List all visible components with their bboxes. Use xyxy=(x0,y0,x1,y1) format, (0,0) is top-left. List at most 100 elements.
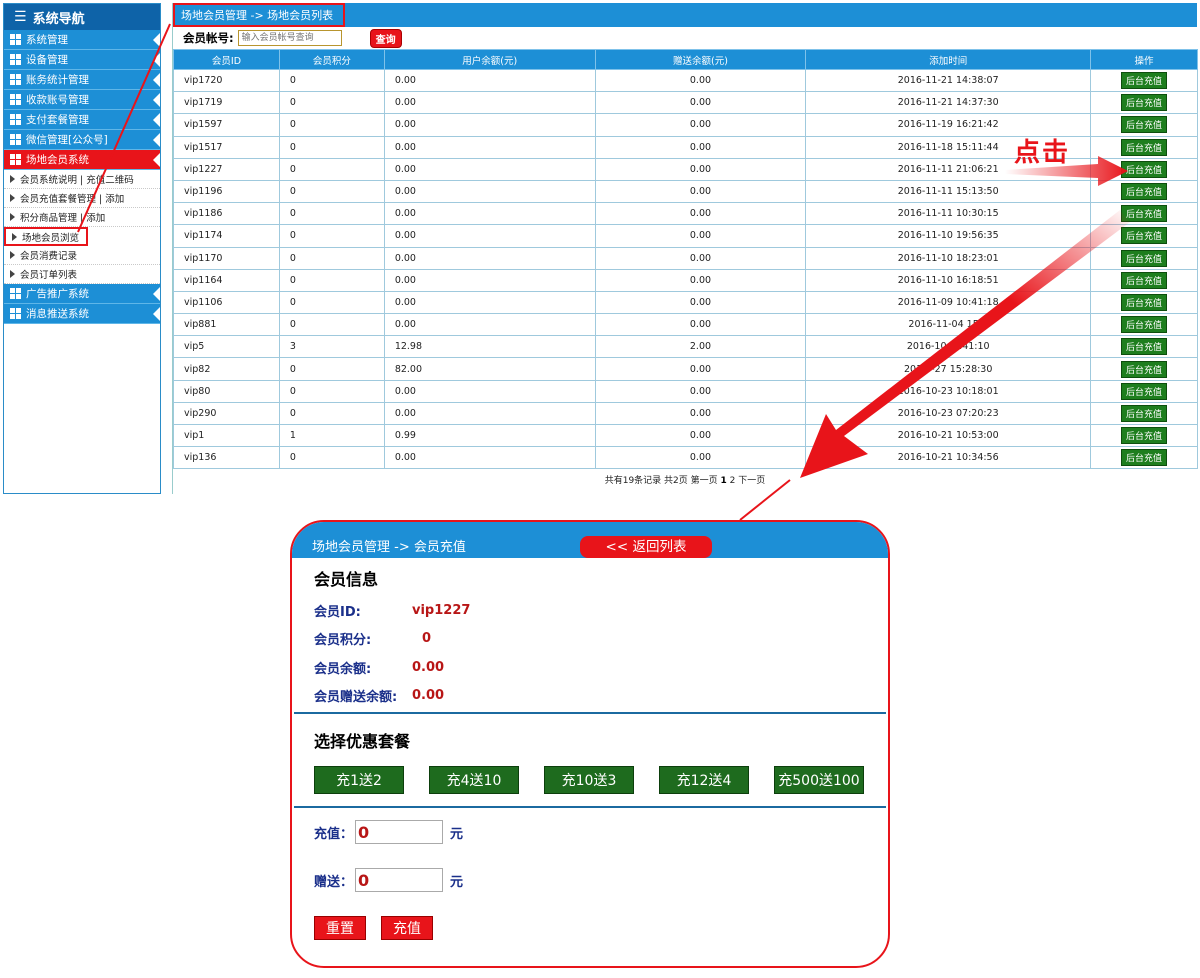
balance-cell: 0.99 xyxy=(383,423,596,448)
balance-cell: 0.00 xyxy=(383,113,596,137)
member-id-cell: vip1174 xyxy=(173,224,280,248)
sidebar-subitem-order-list[interactable]: 会员订单列表 xyxy=(4,265,160,284)
backend-recharge-button[interactable]: 后台充值 xyxy=(1121,316,1168,334)
member-id-row: 会员ID: vip1227 xyxy=(292,596,888,625)
collapse-arrow-icon xyxy=(153,33,160,47)
gift-balance-cell: 0.00 xyxy=(594,202,807,226)
backend-recharge-button[interactable]: 后台充值 xyxy=(1121,271,1168,289)
sidebar-subitem-consumption-records[interactable]: 会员消费记录 xyxy=(4,246,160,265)
table-row: vip80 0 0.00 0.00 2016-10-23 10:18:01 后台充值 xyxy=(173,379,1198,403)
table-row: vip136 0 0.00 0.00 2016-10-21 10:34:56 后台充值 xyxy=(173,446,1198,470)
field-label: 会员赠送余额: xyxy=(314,690,398,706)
column-header: 会员积分 xyxy=(278,49,385,70)
search-input[interactable] xyxy=(237,30,342,46)
sidebar-item-payment-packages[interactable]: 支付套餐管理 xyxy=(4,110,160,130)
package-button[interactable]: 充12送4 xyxy=(659,766,749,794)
table-row: vip1174 0 0.00 0.00 2016-11-10 19:56:35 后台充值 xyxy=(173,224,1198,248)
backend-recharge-button[interactable]: 后台充值 xyxy=(1121,72,1168,90)
gift-amount-input[interactable]: 0 xyxy=(355,868,444,892)
reset-button[interactable]: 重置 xyxy=(314,916,366,940)
sidebar-item-wechat[interactable]: 微信管理[公众号] xyxy=(4,130,160,150)
recharge-amount-row: 充值： 0 元 xyxy=(292,820,888,844)
caret-right-icon xyxy=(10,175,15,183)
sidebar-item-push[interactable]: 消息推送系统 xyxy=(4,304,160,324)
backend-recharge-button[interactable]: 后台充值 xyxy=(1121,160,1168,178)
recharge-submit-button[interactable]: 充值 xyxy=(381,916,433,940)
page-link-2[interactable]: 2 xyxy=(730,476,736,486)
balance-cell: 0.00 xyxy=(383,68,596,93)
sidebar-subitem-recharge-packages[interactable]: 会员充值套餐管理 | 添加 xyxy=(4,189,160,208)
caret-right-icon xyxy=(10,270,15,278)
backend-recharge-button[interactable]: 后台充值 xyxy=(1121,293,1168,311)
backend-recharge-button[interactable]: 后台充值 xyxy=(1121,116,1168,134)
grid-icon xyxy=(10,308,21,319)
points-cell: 0 xyxy=(278,91,385,115)
sidebar-item-ads[interactable]: 广告推广系统 xyxy=(4,284,160,304)
points-cell: 0 xyxy=(278,313,385,337)
backend-recharge-button[interactable]: 后台充值 xyxy=(1121,94,1168,112)
points-cell: 0 xyxy=(278,157,385,181)
member-table: 会员ID 会员积分 用户余额(元) 赠送余额(元) 添加时间 操作 vip172… xyxy=(173,49,1198,470)
sidebar-subitem-member-browse[interactable]: 场地会员浏览 xyxy=(4,227,88,246)
added-time-cell: 2016-10-21 10:53:00 xyxy=(805,423,1092,448)
section-divider xyxy=(294,806,886,808)
backend-recharge-button[interactable]: 后台充值 xyxy=(1121,205,1168,223)
action-cell: 后台充值 xyxy=(1090,224,1198,248)
package-button[interactable]: 充1送2 xyxy=(314,766,404,794)
breadcrumb-bar: 场地会员管理 -> 场地会员列表 xyxy=(173,3,1197,27)
back-to-list-button[interactable]: << 返回列表 xyxy=(580,536,712,558)
points-cell: 0 xyxy=(278,135,385,159)
backend-recharge-button[interactable]: 后台充值 xyxy=(1121,138,1168,156)
package-button[interactable]: 充4送10 xyxy=(429,766,519,794)
page-link-1[interactable]: 1 xyxy=(721,476,727,486)
points-cell: 0 xyxy=(278,357,385,381)
backend-recharge-button[interactable]: 后台充值 xyxy=(1121,382,1168,400)
gift-balance-cell: 0.00 xyxy=(594,179,807,204)
added-time-cell: 2016-11-11 15:13:50 xyxy=(805,179,1092,204)
member-id-cell: vip1186 xyxy=(173,202,280,226)
backend-recharge-button[interactable]: 后台充值 xyxy=(1121,449,1168,467)
caret-right-icon xyxy=(10,213,15,221)
recharge-amount-input[interactable]: 0 xyxy=(355,820,444,844)
balance-cell: 0.00 xyxy=(383,202,596,226)
table-row: vip5 3 12.98 2.00 2016-10-2 :41:10 后台充值 xyxy=(173,335,1198,359)
sidebar-item-system[interactable]: 系统管理 xyxy=(4,30,160,50)
next-page-link[interactable]: 下一页 xyxy=(738,476,765,486)
member-id-cell: vip1719 xyxy=(173,91,280,115)
points-cell: 0 xyxy=(278,113,385,137)
collapse-arrow-icon xyxy=(153,53,160,67)
sidebar-item-venue-members[interactable]: 场地会员系统 xyxy=(4,150,160,170)
backend-recharge-button[interactable]: 后台充值 xyxy=(1121,227,1168,245)
search-button[interactable]: 查询 xyxy=(369,28,402,48)
table-row: vip1720 0 0.00 0.00 2016-11-21 14:38:07 后台充值 xyxy=(173,68,1198,93)
points-cell: 0 xyxy=(278,446,385,470)
sidebar-subitem-points-goods[interactable]: 积分商品管理 | 添加 xyxy=(4,208,160,227)
backend-recharge-button[interactable]: 后台充值 xyxy=(1121,427,1168,445)
backend-recharge-button[interactable]: 后台充值 xyxy=(1121,360,1168,378)
backend-recharge-button[interactable]: 后台充值 xyxy=(1121,404,1168,422)
points-cell: 3 xyxy=(278,335,385,359)
sidebar-item-payee-accounts[interactable]: 收款账号管理 xyxy=(4,90,160,110)
sidebar-subitem-system-info[interactable]: 会员系统说明 | 充值二维码 xyxy=(4,170,160,189)
sidebar-item-label: 设备管理 xyxy=(26,54,68,66)
recharge-header: 场地会员管理 -> 会员充值 << 返回列表 xyxy=(292,522,888,558)
field-label: 会员ID: xyxy=(314,604,361,620)
sidebar-subitem-label: 会员消费记录 xyxy=(20,251,78,262)
member-points-row: 会员积分: 0 xyxy=(292,625,888,654)
package-button[interactable]: 充10送3 xyxy=(544,766,634,794)
package-button[interactable]: 充500送100 xyxy=(774,766,864,794)
gift-balance-cell: 0.00 xyxy=(594,135,807,159)
balance-cell: 0.00 xyxy=(383,246,596,270)
member-balance-row: 会员余额: 0.00 xyxy=(292,653,888,682)
sidebar-item-accounting[interactable]: 账务统计管理 xyxy=(4,70,160,90)
sidebar-item-device[interactable]: 设备管理 xyxy=(4,50,160,70)
backend-recharge-button[interactable]: 后台充值 xyxy=(1121,338,1168,356)
action-cell: 后台充值 xyxy=(1090,91,1198,115)
member-id-cell: vip5 xyxy=(173,335,280,359)
backend-recharge-button[interactable]: 后台充值 xyxy=(1121,183,1168,201)
backend-recharge-button[interactable]: 后台充值 xyxy=(1121,249,1168,267)
gift-balance-cell: 0.00 xyxy=(594,91,807,115)
action-cell: 后台充值 xyxy=(1090,401,1198,426)
member-gift-balance-value: 0.00 xyxy=(412,688,445,704)
form-actions: 重置 充值 xyxy=(292,916,888,940)
